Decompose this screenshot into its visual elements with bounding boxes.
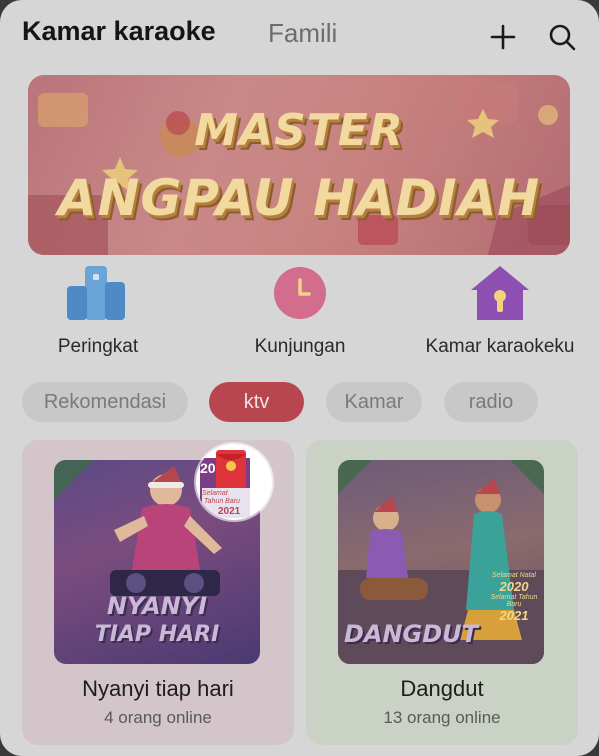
room-thumbnail-dangdut: DANGDUT Selamat Natal 2020 Selamat Tahun… [338,460,544,664]
top-bar: Kamar karaoke Famili [0,0,599,68]
quick-peringkat[interactable]: Peringkat [0,262,198,362]
greeting-year2: 2021 [499,608,529,623]
badge-text-line2: Tahun Baru [204,498,240,505]
quick-kunjungan[interactable]: Kunjungan [200,262,400,362]
chip-ktv[interactable]: ktv [209,382,304,422]
quick-kamar-karaokeku[interactable]: Kamar karaokeku [400,262,599,362]
room-online-count: 13 orang online [383,708,501,727]
badge-year-top: 20 [200,460,216,476]
chip-kamar[interactable]: Kamar [326,382,422,422]
tab-famili[interactable]: Famili [268,18,337,49]
banner-title-line1: MASTER [194,105,404,156]
search-icon[interactable] [547,22,577,52]
room-title: Nyanyi tiap hari [82,676,234,701]
thumb-text-line1: NYANYI [106,592,208,620]
tab-kamar-karaoke[interactable]: Kamar karaoke [22,16,216,47]
chip-rekomendasi[interactable]: Rekomendasi [22,382,188,422]
plus-icon[interactable] [488,22,518,52]
karaoke-screen: Kamar karaoke Famili MASTER ANGPAU HADIA… [0,0,599,756]
quick-label-kamar-karaokeku: Kamar karaokeku [425,336,575,357]
greeting-year1: 2020 [499,579,529,594]
quick-label-peringkat: Peringkat [57,336,139,357]
house-icon [471,266,529,320]
greeting-line2: Selamat Tahun Baru [490,594,538,608]
promo-banner[interactable]: MASTER ANGPAU HADIAH [28,75,570,255]
badge-text-line1: Selamat [202,490,228,497]
banner-decoration [28,83,570,255]
banner-title-line2: ANGPAU HADIAH [57,169,541,227]
greeting-line1: Selamat Natal [492,572,536,579]
thumb-text-line2: TIAP HARI [94,622,220,647]
badge-year-bottom: 2021 [218,506,241,517]
greeting-block: Selamat Natal 2020 Selamat Tahun Baru 20… [484,572,544,623]
ranking-podium-icon [67,266,125,320]
quick-label-kunjungan: Kunjungan [254,336,346,357]
thumb-text-dangdut: DANGDUT [343,620,479,648]
room-title: Dangdut [400,676,484,701]
clock-icon [274,267,326,319]
room-online-count: 4 orang online [104,708,212,727]
room-card-dangdut[interactable]: DANGDUT Selamat Natal 2020 Selamat Tahun… [306,440,578,745]
red-packet-badge[interactable]: 20 Selamat Tahun Baru 2021 [196,444,272,520]
chip-radio[interactable]: radio [444,382,538,422]
